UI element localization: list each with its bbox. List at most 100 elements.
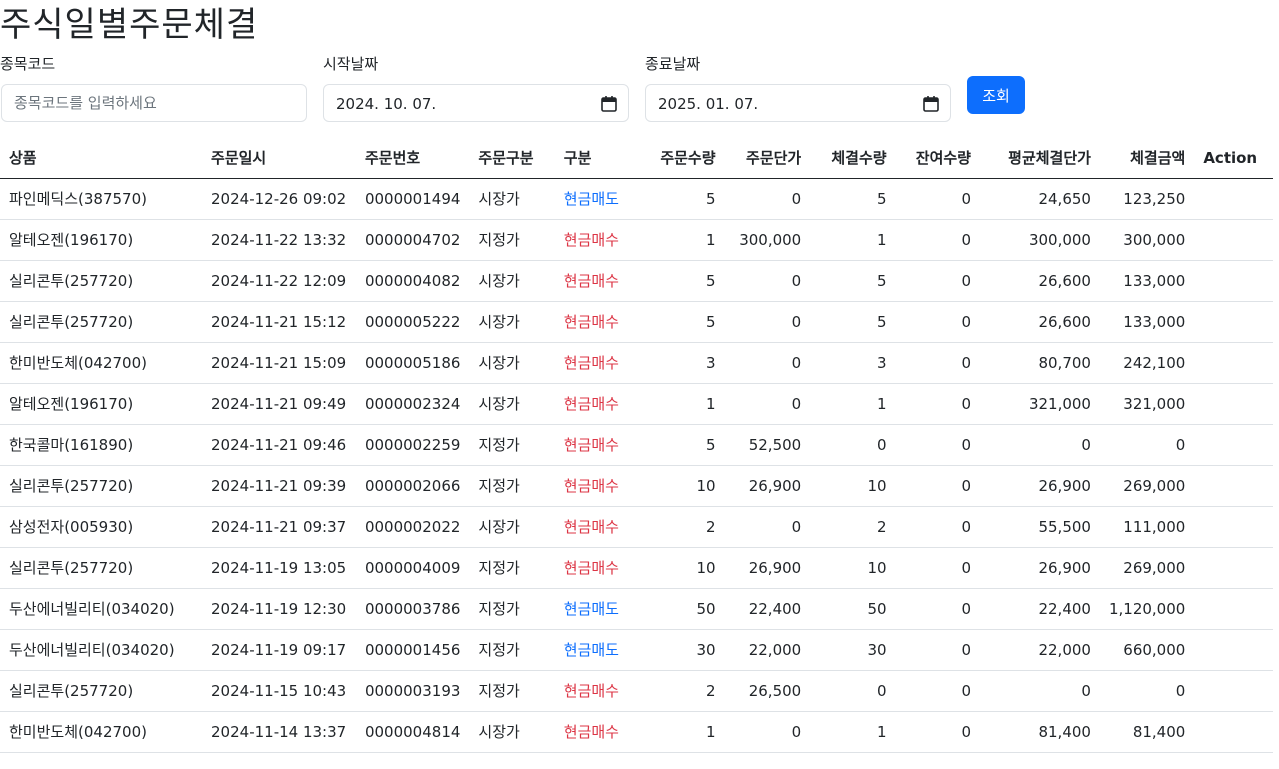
cell-order-type: 지정가	[469, 219, 555, 261]
cell-side: 현금매수	[554, 465, 641, 507]
cell-order-no: 0000002066	[355, 465, 470, 507]
cell-amount: 660,000	[1099, 629, 1195, 671]
cell-filled: 1	[810, 711, 896, 753]
cell-remaining: 0	[895, 342, 980, 384]
cell-qty: 3	[640, 342, 725, 384]
cell-amount: 0	[1099, 670, 1195, 712]
cell-order-type: 지정가	[469, 670, 555, 712]
cell-product: 실리콘투(257720)	[0, 260, 203, 302]
cell-filled: 0	[810, 424, 896, 466]
cell-datetime: 2024-11-19 12:30	[202, 588, 356, 630]
cell-datetime: 2024-11-22 13:32	[202, 219, 356, 261]
cell-side: 현금매수	[554, 342, 641, 384]
cell-order-no: 0000004082	[355, 260, 470, 302]
header-action: Action	[1194, 138, 1273, 179]
search-button[interactable]: 조회	[967, 76, 1025, 114]
table-row: 두산에너빌리티(034020) 2024-11-19 09:17 000000145…	[0, 629, 1273, 671]
table-row: 실리콘투(257720) 2024-11-15 10:43 0000003193 지정…	[0, 670, 1273, 712]
cell-order-no: 0000004814	[355, 711, 470, 753]
cell-product: 한미반도체(042700)	[0, 711, 203, 753]
cell-filled: 3	[810, 342, 896, 384]
cell-order-no: 0000003193	[355, 670, 470, 712]
cell-price: 22,400	[724, 588, 811, 630]
header-order-no: 주문번호	[355, 138, 470, 179]
cell-order-type: 시장가	[469, 383, 555, 425]
cell-qty: 5	[640, 260, 725, 302]
cell-amount: 242,100	[1099, 342, 1195, 384]
cell-remaining: 0	[895, 260, 980, 302]
cell-order-type: 지정가	[469, 424, 555, 466]
table-row: 파인메딕스(387570) 2024-12-26 09:02 0000001494 시…	[0, 178, 1273, 220]
table-row: 두산에너빌리티(034020) 2024-11-19 12:30 000000378…	[0, 588, 1273, 630]
cell-avg-price: 0	[979, 670, 1100, 712]
cell-product: 알테오젠(196170)	[0, 219, 203, 261]
cell-filled: 10	[810, 465, 896, 507]
cell-avg-price: 26,900	[979, 547, 1100, 589]
cell-amount: 133,000	[1099, 260, 1195, 302]
cell-side: 현금매수	[554, 383, 641, 425]
cell-amount: 1,120,000	[1099, 588, 1195, 630]
header-order-type: 주문구분	[469, 138, 555, 179]
table-header-row: 상품 주문일시 주문번호 주문구분 구분 주문수량 주문단가 체결수량 잔여수량…	[0, 138, 1273, 179]
cell-qty: 1	[640, 711, 725, 753]
cell-action	[1194, 629, 1273, 671]
cell-product: 실리콘투(257720)	[0, 465, 203, 507]
cell-action	[1194, 383, 1273, 425]
cell-remaining: 0	[895, 465, 980, 507]
cell-action	[1194, 465, 1273, 507]
cell-qty: 50	[640, 588, 725, 630]
cell-amount: 269,000	[1099, 547, 1195, 589]
cell-product: 두산에너빌리티(034020)	[0, 588, 203, 630]
cell-avg-price: 24,650	[979, 178, 1100, 220]
cell-product: 실리콘투(257720)	[0, 301, 203, 343]
cell-order-type: 시장가	[469, 301, 555, 343]
cell-qty: 10	[640, 547, 725, 589]
cell-price: 0	[724, 301, 811, 343]
cell-price: 26,900	[724, 547, 811, 589]
order-table: 상품 주문일시 주문번호 주문구분 구분 주문수량 주문단가 체결수량 잔여수량…	[0, 138, 1273, 753]
cell-side: 현금매도	[554, 629, 641, 671]
start-date-input[interactable]: 2024. 10. 07.	[323, 84, 629, 122]
cell-remaining: 0	[895, 588, 980, 630]
cell-filled: 5	[810, 260, 896, 302]
end-date-label: 종료날짜	[645, 55, 701, 73]
cell-remaining: 0	[895, 547, 980, 589]
end-date-input[interactable]: 2025. 01. 07.	[645, 84, 951, 122]
cell-datetime: 2024-12-26 09:02	[202, 178, 356, 220]
cell-remaining: 0	[895, 383, 980, 425]
cell-remaining: 0	[895, 219, 980, 261]
cell-filled: 2	[810, 506, 896, 548]
calendar-icon[interactable]	[922, 95, 940, 113]
cell-remaining: 0	[895, 711, 980, 753]
cell-product: 알테오젠(196170)	[0, 383, 203, 425]
cell-product: 실리콘투(257720)	[0, 670, 203, 712]
cell-filled: 5	[810, 178, 896, 220]
table-row: 한미반도체(042700) 2024-11-14 13:37 0000004814 시…	[0, 711, 1273, 753]
cell-avg-price: 22,400	[979, 588, 1100, 630]
cell-qty: 5	[640, 178, 725, 220]
cell-qty: 1	[640, 383, 725, 425]
cell-avg-price: 80,700	[979, 342, 1100, 384]
cell-qty: 30	[640, 629, 725, 671]
cell-price: 0	[724, 178, 811, 220]
cell-order-type: 지정가	[469, 465, 555, 507]
cell-action	[1194, 547, 1273, 589]
cell-side: 현금매수	[554, 301, 641, 343]
cell-amount: 300,000	[1099, 219, 1195, 261]
calendar-icon[interactable]	[600, 95, 618, 113]
cell-avg-price: 26,900	[979, 465, 1100, 507]
start-date-label: 시작날짜	[323, 55, 379, 73]
cell-side: 현금매도	[554, 178, 641, 220]
stock-code-input[interactable]	[1, 84, 307, 122]
cell-order-no: 0000005186	[355, 342, 470, 384]
cell-order-no: 0000002259	[355, 424, 470, 466]
cell-avg-price: 321,000	[979, 383, 1100, 425]
cell-qty: 1	[640, 219, 725, 261]
cell-price: 0	[724, 260, 811, 302]
header-remaining: 잔여수량	[895, 138, 980, 179]
cell-amount: 123,250	[1099, 178, 1195, 220]
cell-order-no: 0000003786	[355, 588, 470, 630]
cell-avg-price: 22,000	[979, 629, 1100, 671]
cell-filled: 1	[810, 383, 896, 425]
table-row: 한국콜마(161890) 2024-11-21 09:46 0000002259 지정…	[0, 424, 1273, 466]
